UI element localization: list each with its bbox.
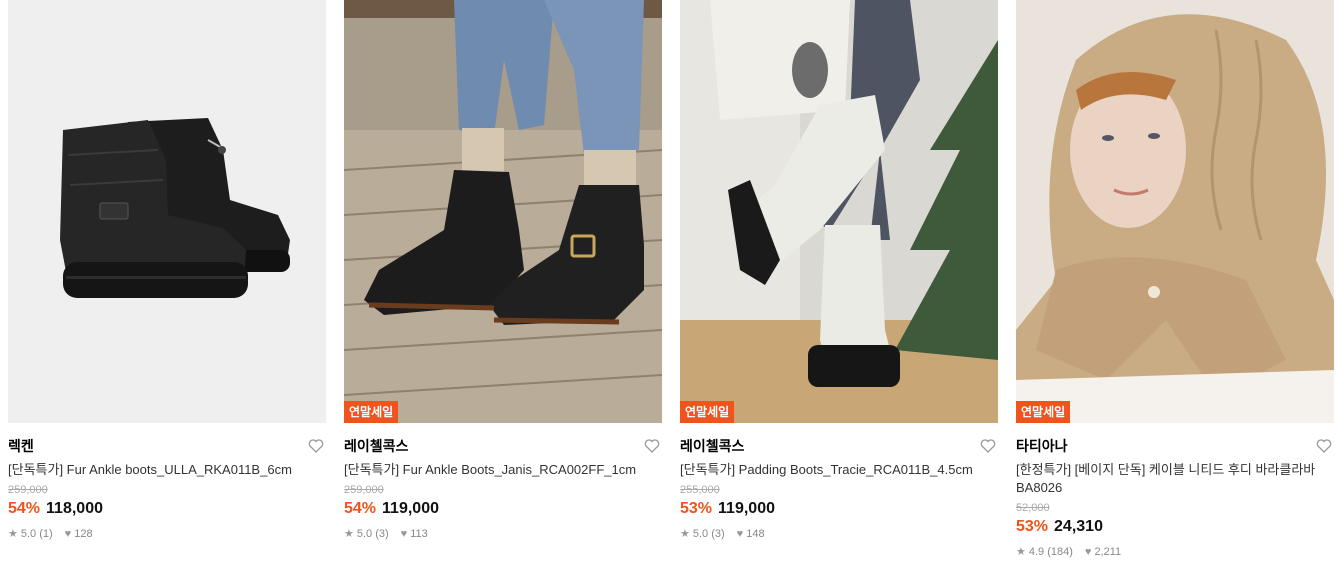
heart-icon: ♥ — [400, 528, 408, 540]
star-icon: ★ — [1016, 546, 1026, 558]
product-image[interactable]: 연말세일 — [1016, 0, 1334, 423]
product-image[interactable]: 연말세일 — [680, 0, 998, 423]
original-price: 259,000 — [8, 484, 48, 496]
discount-rate: 54% — [344, 500, 377, 517]
likes-count: 113 — [410, 528, 428, 540]
rating-text: 5.0 (3) — [356, 528, 389, 540]
product-image[interactable]: 연말세일 — [344, 0, 662, 423]
price-row: 54% 119,000 — [344, 499, 662, 519]
star-icon: ★ — [8, 528, 18, 540]
heart-icon: ♥ — [1084, 546, 1092, 558]
product-name[interactable]: [단독특가] Fur Ankle Boots_Janis_RCA002FF_1c… — [344, 461, 662, 479]
likes: ♥ 128 — [65, 527, 93, 541]
knit-balaclava-image — [1016, 0, 1334, 423]
likes: ♥ 2,211 — [1085, 545, 1121, 559]
discount-rate: 54% — [8, 500, 41, 517]
wishlist-heart-icon[interactable] — [644, 438, 660, 454]
black-loafer-boots-image — [344, 0, 662, 423]
white-padding-boots-image — [680, 0, 998, 423]
product-name[interactable]: [단독특가] Padding Boots_Tracie_RCA011B_4.5c… — [680, 461, 998, 479]
promo-badge: 연말세일 — [1016, 401, 1071, 423]
price-row: 53% 24,310 — [1016, 517, 1334, 537]
original-price: 255,000 — [680, 484, 720, 496]
brand-name[interactable]: 렉켄 — [8, 438, 34, 454]
product-meta: ★ 5.0 (3) ♥ 148 — [680, 527, 998, 541]
star-icon: ★ — [680, 528, 690, 540]
rating-text: 4.9 (184) — [1028, 546, 1073, 558]
discount-rate: 53% — [1016, 518, 1049, 535]
product-card[interactable]: 연말세일 타티아나 [한정특가] [베이지 단독] 케이블 니티드 후디 바라클… — [1016, 0, 1334, 559]
sale-price: 119,000 — [718, 500, 775, 517]
heart-icon: ♥ — [64, 528, 72, 540]
brand-row: 타티아나 — [1016, 434, 1334, 458]
promo-badge: 연말세일 — [680, 401, 735, 423]
original-price: 259,000 — [344, 484, 384, 496]
sale-price: 118,000 — [46, 500, 103, 517]
black-padded-boots-image — [8, 0, 326, 423]
likes-count: 148 — [746, 528, 765, 540]
promo-badge: 연말세일 — [344, 401, 399, 423]
product-meta: ★ 5.0 (3) ♥ 113 — [344, 527, 662, 541]
likes: ♥ 113 — [401, 527, 428, 541]
product-name[interactable]: [한정특가] [베이지 단독] 케이블 니티드 후디 바라클라바 BA8026 — [1016, 461, 1334, 497]
wishlist-heart-icon[interactable] — [308, 438, 324, 454]
product-meta: ★ 5.0 (1) ♥ 128 — [8, 527, 326, 541]
price-row: 53% 119,000 — [680, 499, 998, 519]
likes-count: 2,211 — [1094, 546, 1122, 558]
wishlist-heart-icon[interactable] — [980, 438, 996, 454]
heart-icon: ♥ — [736, 528, 744, 540]
product-image[interactable] — [8, 0, 326, 423]
sale-price: 119,000 — [382, 500, 439, 517]
rating-text: 5.0 (3) — [692, 528, 725, 540]
brand-row: 렉켄 — [8, 434, 326, 458]
rating-text: 5.0 (1) — [20, 528, 53, 540]
brand-row: 레이첼콕스 — [344, 434, 662, 458]
original-price: 52,000 — [1016, 502, 1050, 514]
likes: ♥ 148 — [737, 527, 765, 541]
price-row: 54% 118,000 — [8, 499, 326, 519]
product-card[interactable]: 연말세일 레이첼콕스 [단독특가] Fur Ankle Boots_Janis_… — [344, 0, 662, 541]
likes-count: 128 — [74, 528, 93, 540]
product-name[interactable]: [단독특가] Fur Ankle boots_ULLA_RKA011B_6cm — [8, 461, 326, 479]
wishlist-heart-icon[interactable] — [1316, 438, 1332, 454]
brand-name[interactable]: 타티아나 — [1016, 438, 1068, 454]
product-meta: ★ 4.9 (184) ♥ 2,211 — [1016, 545, 1334, 559]
brand-name[interactable]: 레이첼콕스 — [344, 438, 408, 454]
product-card[interactable]: 연말세일 레이첼콕스 [단독특가] Padding Boots_Tracie_R… — [680, 0, 998, 541]
discount-rate: 53% — [680, 500, 713, 517]
product-card[interactable]: 렉켄 [단독특가] Fur Ankle boots_ULLA_RKA011B_6… — [8, 0, 326, 541]
star-icon: ★ — [344, 528, 354, 540]
brand-name[interactable]: 레이첼콕스 — [680, 438, 744, 454]
brand-row: 레이첼콕스 — [680, 434, 998, 458]
product-grid: 렉켄 [단독특가] Fur Ankle boots_ULLA_RKA011B_6… — [0, 0, 1338, 572]
sale-price: 24,310 — [1054, 518, 1103, 535]
